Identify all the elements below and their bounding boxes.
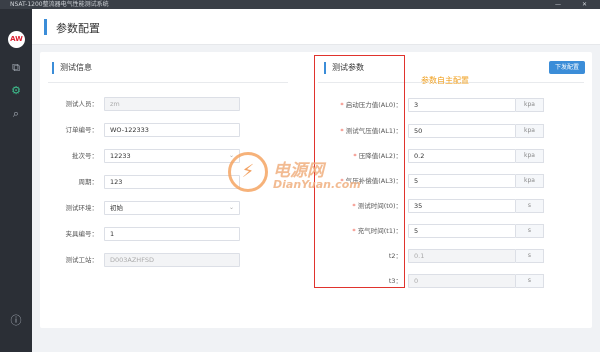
info-icon[interactable]: ⓘ — [9, 314, 23, 328]
param-input[interactable]: 50 — [408, 124, 516, 138]
field-label: 订单编号： — [65, 126, 99, 134]
window-titlebar: NSAT-1200整流器电气性能测试系统 — ✕ — [0, 0, 600, 9]
param-input[interactable]: 5 — [408, 224, 516, 238]
field-label: 批次号： — [72, 152, 98, 160]
param-input[interactable]: 5 — [408, 174, 516, 188]
field-label: 周期： — [78, 178, 99, 186]
app-logo: AW — [8, 31, 25, 48]
field-value: D003AZHFSD — [110, 256, 154, 264]
field-value: 123 — [110, 178, 123, 186]
left-divider — [48, 82, 288, 83]
param-unit: kpa — [516, 174, 544, 188]
field-input: zm — [104, 97, 240, 111]
annotation-text: 参数自主配置 — [421, 76, 469, 85]
field-select[interactable]: 12233 ⌄ — [104, 149, 240, 163]
send-config-button[interactable]: 下发配置 — [549, 61, 585, 74]
header-accent-bar — [44, 19, 47, 35]
param-input: 0 — [408, 274, 516, 288]
highlight-box — [314, 55, 405, 288]
field-input[interactable]: WO-122333 — [104, 123, 240, 137]
window-title: NSAT-1200整流器电气性能测试系统 — [10, 1, 109, 8]
field-value: 初始 — [110, 204, 123, 212]
param-unit: kpa — [516, 98, 544, 112]
field-value: 1 — [110, 230, 115, 238]
field-input[interactable]: 1 — [104, 227, 240, 241]
chevron-down-icon: ⌄ — [228, 204, 234, 211]
param-input: 0.1 — [408, 249, 516, 263]
param-unit: s — [516, 249, 544, 263]
minimize-button[interactable]: — — [555, 0, 561, 9]
page-header: 参数配置 — [32, 9, 600, 45]
close-button[interactable]: ✕ — [582, 0, 587, 9]
sidebar: AW ⧉ ⚙ ⌕ ⓘ — [0, 9, 32, 352]
field-label: 测试环境： — [65, 204, 99, 212]
param-unit: s — [516, 199, 544, 213]
param-unit: s — [516, 224, 544, 238]
param-input[interactable]: 0.2 — [408, 149, 516, 163]
watermark-line2: DianYuan.com — [273, 178, 361, 191]
param-unit: s — [516, 274, 544, 288]
param-input[interactable]: 3 — [408, 98, 516, 112]
copy-icon[interactable]: ⧉ — [9, 61, 23, 75]
field-value: 12233 — [110, 152, 131, 160]
param-input[interactable]: 35 — [408, 199, 516, 213]
param-unit: kpa — [516, 124, 544, 138]
field-input: D003AZHFSD — [104, 253, 240, 267]
field-label: 测试工站： — [65, 256, 99, 264]
param-unit: kpa — [516, 149, 544, 163]
page-title: 参数配置 — [56, 22, 100, 35]
field-value: WO-122333 — [110, 126, 149, 134]
section-title-test-info: 测试信息 — [52, 61, 92, 75]
gear-icon[interactable]: ⚙ — [9, 84, 23, 98]
watermark-plug-icon: ⚡ — [228, 152, 268, 192]
field-value: zm — [110, 100, 120, 108]
field-label: 测试人员： — [65, 100, 99, 108]
field-label: 夹具编号： — [65, 230, 99, 238]
field-select[interactable]: 初始 ⌄ — [104, 201, 240, 215]
search-icon[interactable]: ⌕ — [9, 107, 23, 121]
field-input[interactable]: 123 — [104, 175, 240, 189]
